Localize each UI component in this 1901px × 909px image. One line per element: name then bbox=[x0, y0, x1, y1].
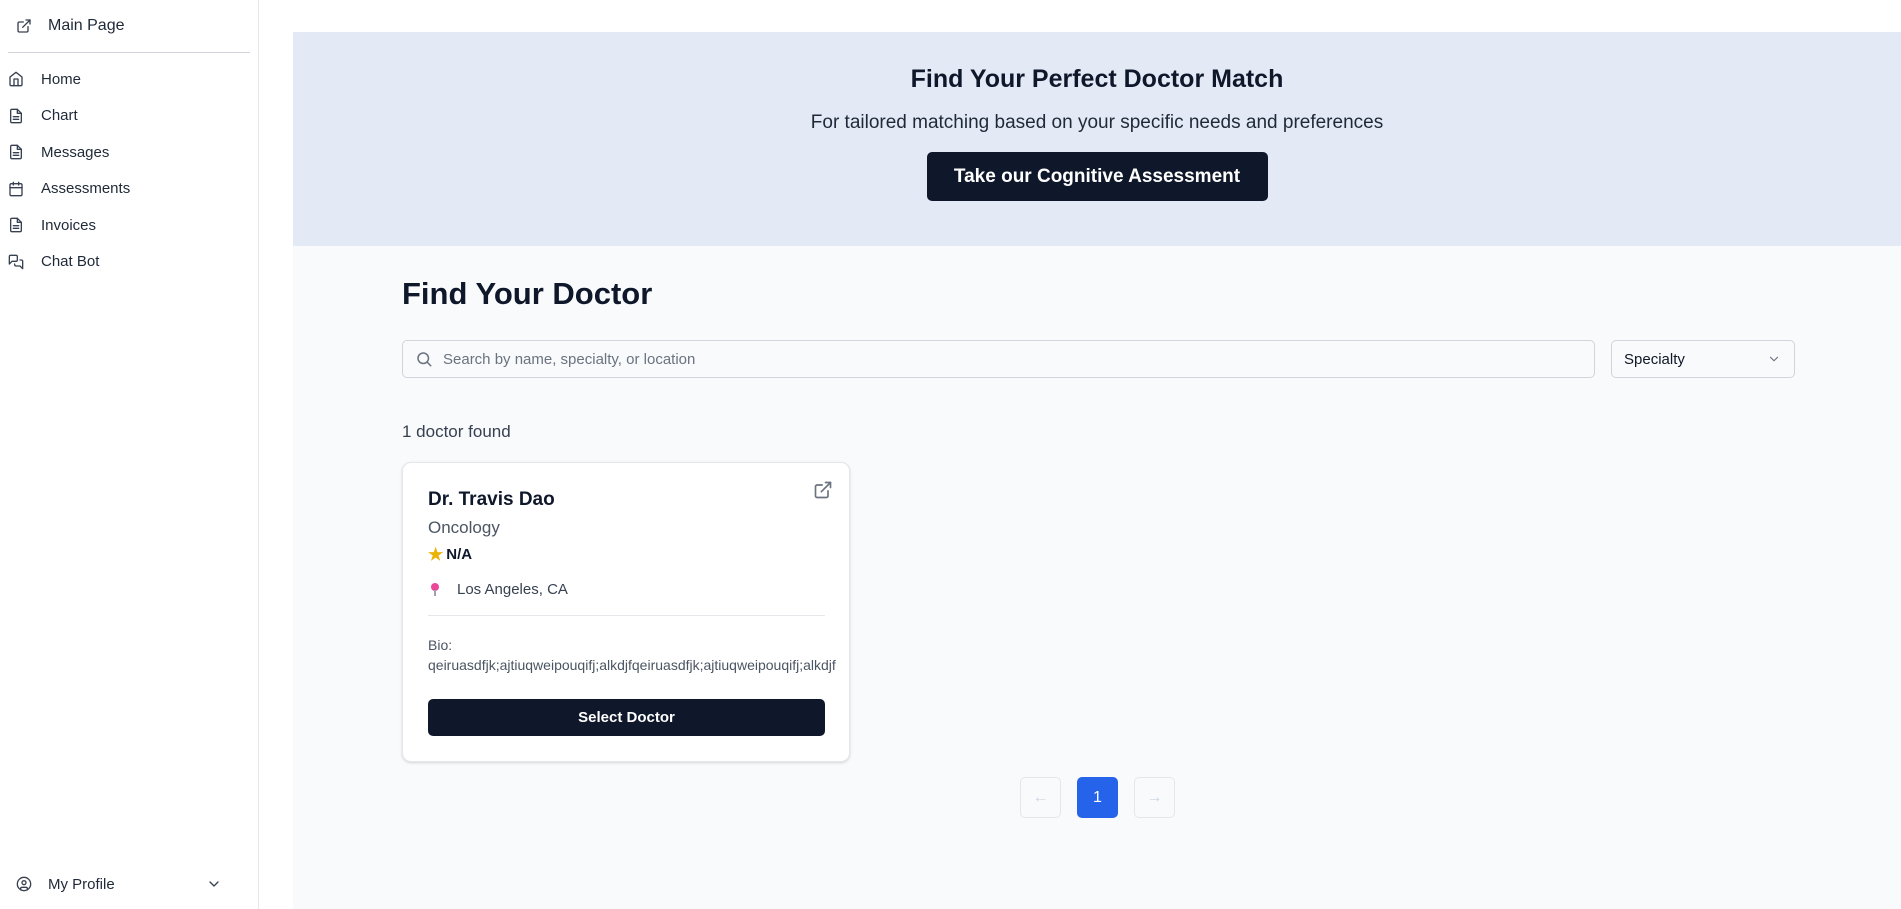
main-page-label: Main Page bbox=[48, 17, 125, 34]
sidebar-item-chart[interactable]: Chart bbox=[0, 98, 258, 135]
sidebar-item-label: Chat Bot bbox=[41, 253, 100, 271]
sidebar-item-assessments[interactable]: Assessments bbox=[0, 171, 258, 208]
doctor-name: Dr. Travis Dao bbox=[428, 489, 555, 510]
page-title: Find Your Doctor bbox=[402, 276, 653, 311]
doctor-specialty: Oncology bbox=[428, 518, 500, 537]
card-divider bbox=[428, 615, 825, 616]
doctor-location: Los Angeles, CA bbox=[428, 581, 568, 598]
external-link-icon bbox=[16, 18, 32, 34]
hero-title: Find Your Perfect Doctor Match bbox=[910, 65, 1284, 93]
cognitive-assessment-button[interactable]: Take our Cognitive Assessment bbox=[926, 152, 1268, 201]
search-icon bbox=[415, 350, 433, 368]
next-page-button[interactable]: → bbox=[1134, 777, 1175, 818]
bio-label: Bio: bbox=[428, 637, 453, 653]
specialty-select[interactable]: Specialty bbox=[1611, 340, 1795, 378]
sidebar-item-chat-bot[interactable]: Chat Bot bbox=[0, 244, 258, 281]
doctor-location-text: Los Angeles, CA bbox=[457, 581, 568, 598]
search-box[interactable] bbox=[402, 340, 1595, 378]
prev-page-button[interactable]: ← bbox=[1020, 777, 1061, 818]
bio-text: qeiruasdfjk;ajtiuqweipouqifj;alkdjfqeiru… bbox=[428, 657, 836, 673]
sidebar-item-invoices[interactable]: Invoices bbox=[0, 207, 258, 244]
calendar-icon bbox=[8, 181, 24, 197]
specialty-select-value: Specialty bbox=[1624, 350, 1685, 368]
document-icon bbox=[8, 144, 24, 160]
main-content: Find Your Perfect Doctor Match For tailo… bbox=[293, 32, 1901, 909]
main-page-link[interactable]: Main Page bbox=[0, 0, 258, 52]
home-icon bbox=[8, 71, 24, 87]
star-icon: ★ bbox=[428, 545, 444, 564]
sidebar-item-label: Messages bbox=[41, 143, 110, 161]
chevron-down-icon bbox=[1766, 351, 1782, 367]
sidebar-item-label: Assessments bbox=[41, 180, 131, 198]
external-link-icon[interactable] bbox=[813, 480, 833, 500]
doctor-rating-value: N/A bbox=[446, 546, 473, 563]
doctor-search-section: Find Your Doctor Specialty 1 doctor foun… bbox=[293, 246, 1901, 909]
hero-subtitle: For tailored matching based on your spec… bbox=[810, 112, 1384, 133]
document-icon bbox=[8, 217, 24, 233]
location-pin-icon bbox=[430, 582, 440, 597]
user-circle-icon bbox=[16, 876, 32, 892]
doctor-card: Dr. Travis Dao Oncology ★ N/A Los Angele… bbox=[402, 462, 850, 762]
sidebar: Main Page Home Chart Messages Assessment… bbox=[0, 0, 259, 909]
sidebar-item-home[interactable]: Home bbox=[0, 61, 258, 98]
sidebar-item-messages[interactable]: Messages bbox=[0, 134, 258, 171]
search-input[interactable] bbox=[443, 350, 1543, 368]
doctor-rating: ★ N/A bbox=[428, 546, 472, 563]
result-count: 1 doctor found bbox=[402, 422, 511, 441]
page-1-button[interactable]: 1 bbox=[1077, 777, 1118, 818]
document-icon bbox=[8, 108, 24, 124]
sidebar-item-label: Invoices bbox=[41, 216, 97, 234]
sidebar-divider bbox=[8, 52, 250, 53]
pagination: ← 1 → bbox=[1020, 777, 1175, 818]
my-profile-menu[interactable]: My Profile bbox=[0, 859, 258, 909]
hero-banner: Find Your Perfect Doctor Match For tailo… bbox=[293, 32, 1901, 246]
chat-icon bbox=[8, 254, 24, 270]
sidebar-item-label: Home bbox=[41, 70, 82, 88]
my-profile-label: My Profile bbox=[48, 875, 115, 893]
chevron-down-icon bbox=[206, 876, 222, 892]
select-doctor-button[interactable]: Select Doctor bbox=[428, 699, 825, 736]
sidebar-item-label: Chart bbox=[41, 107, 78, 125]
